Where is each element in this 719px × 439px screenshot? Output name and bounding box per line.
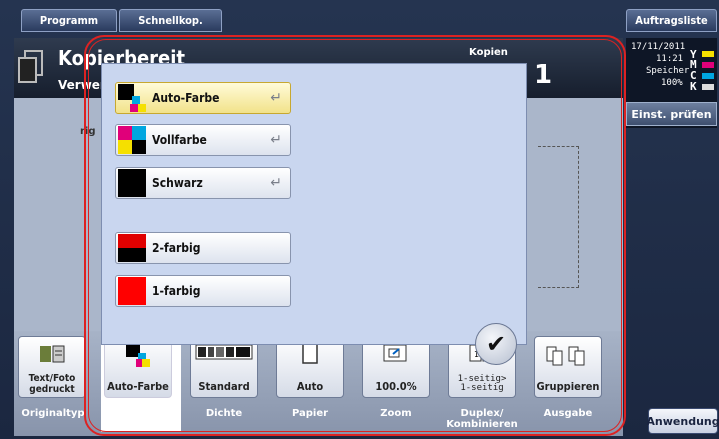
status-time: 11:21 [656,54,684,64]
zoom-icon [382,343,410,367]
func-ausgabe[interactable]: Gruppieren [534,336,602,398]
func-farbe-value: Auto-Farbe [107,380,169,393]
tab-auftragsliste[interactable]: Auftragsliste [626,9,717,32]
kopien-label: Kopien [469,47,508,58]
option-schwarz-label: Schwarz [152,176,203,190]
label-duplex: Duplex/ Kombinieren [446,408,518,430]
option-schwarz[interactable]: Schwarz ↵ [115,167,291,199]
label-originaltyp: Originaltyp [21,408,85,419]
ok-check-button[interactable]: ✔ [475,323,517,365]
option-2-farbig[interactable]: 2-farbig [115,232,291,264]
func-originaltyp-value: Text/Foto gedruckt [28,373,76,395]
toner-m-bar [702,62,714,68]
speicher-value: 100% [661,78,683,88]
toner-c-bar [702,73,714,79]
gruppieren-icon [545,343,591,367]
option-2-farbig-label: 2-farbig [152,241,201,255]
dichte-icon [194,343,254,367]
toner-k-label: K [690,80,697,93]
originaltyp-icon [38,343,66,367]
tab-programm[interactable]: Programm [21,9,117,32]
status-display: 17/11/2011 11:21 Speicher 100% Y M C K [626,38,717,101]
func-originaltyp[interactable]: Text/Foto gedruckt [18,336,86,398]
func-ausgabe-value: Gruppieren [536,380,600,393]
paper-icon [296,342,324,367]
func-papier-value: Auto [296,380,324,393]
enter-icon: ↵ [270,90,282,106]
2-farbig-swatch-icon [118,234,146,262]
label-dichte: Dichte [205,408,243,419]
option-1-farbig[interactable]: 1-farbig [115,275,291,307]
vollfarbe-swatch-icon [118,126,146,154]
option-1-farbig-label: 1-farbig [152,284,201,298]
func-duplex-value: 1-seitig> 1-seitig [457,374,507,393]
label-ausgabe: Ausgabe [543,408,593,419]
option-auto-farbe-label: Auto-Farbe [152,91,220,105]
copy-doc-icon [18,50,44,84]
label-farbe: Farbe [108,411,156,429]
func-papier[interactable]: Auto [276,336,344,398]
func-zoom[interactable]: 100.0% [362,336,430,398]
status-panel: 17/11/2011 11:21 Speicher 100% Y M C K E… [626,38,717,128]
func-dichte[interactable]: Standard [190,336,258,398]
option-vollfarbe[interactable]: Vollfarbe ↵ [115,124,291,156]
status-date: 17/11/2011 [631,42,686,52]
schwarz-swatch-icon [118,169,146,197]
option-auto-farbe[interactable]: Auto-Farbe ↵ [115,82,291,114]
copier-screen: Programm Schnellkop. Auftragsliste Kopie… [0,0,719,439]
speicher-label: Speicher [646,66,690,76]
option-vollfarbe-label: Vollfarbe [152,133,207,147]
func-zoom-value: 100.0% [375,380,417,393]
1-farbig-swatch-icon [118,277,146,305]
auto-farbe-icon [124,343,152,367]
enter-icon: ↵ [270,175,282,191]
tab-schnellkopie[interactable]: Schnellkop. [119,9,222,32]
toner-y-bar [702,51,714,57]
func-dichte-value: Standard [198,380,250,393]
func-farbe[interactable]: Auto-Farbe [104,336,172,398]
enter-icon: ↵ [270,132,282,148]
anwendung-button[interactable]: Anwendung [646,408,719,434]
kopien-value: 1 [534,60,553,90]
toner-k-bar [702,84,714,90]
auto-farbe-swatch-icon [118,84,146,112]
label-zoom: Zoom [380,408,412,419]
label-papier: Papier [291,408,329,419]
background-text: rig [80,126,96,137]
preview-outline [538,146,579,288]
einst-pruefen-button[interactable]: Einst. prüfen [626,102,717,126]
